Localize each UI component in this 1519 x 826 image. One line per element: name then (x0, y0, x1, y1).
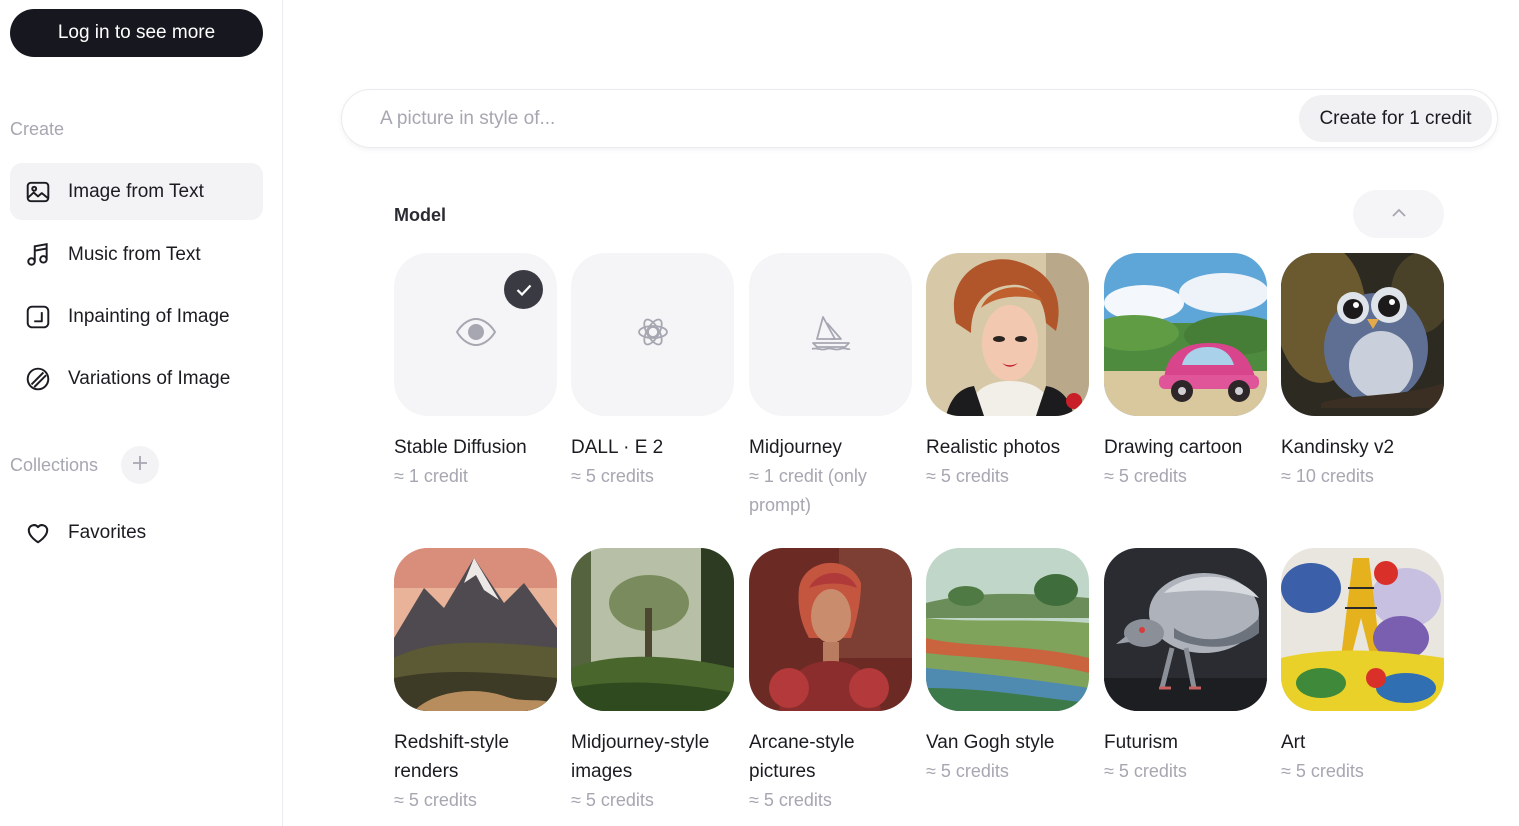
sidebar-item-favorites[interactable]: Favorites (10, 504, 263, 561)
arcane-thumbnail (749, 548, 912, 711)
login-button[interactable]: Log in to see more (10, 9, 263, 57)
mountain-thumbnail (394, 548, 557, 711)
collapse-models-button[interactable] (1353, 190, 1444, 238)
model-cost: ≈ 5 credits (749, 790, 832, 810)
model-section-title: Model (394, 205, 446, 225)
model-cost: ≈ 5 credits (926, 466, 1009, 486)
model-cost: ≈ 5 credits (1104, 466, 1187, 486)
owl-thumbnail (1281, 253, 1444, 416)
model-card-van-gogh[interactable]: Van Gogh style ≈ 5 credits (926, 548, 1089, 786)
model-card-arcane-style[interactable]: Arcane-style pictures ≈ 5 credits (749, 548, 912, 815)
heart-icon (24, 519, 52, 547)
model-name: Stable Diffusion (394, 437, 527, 458)
model-cost: ≈ 5 credits (1281, 761, 1364, 781)
model-card-drawing-cartoon[interactable]: Drawing cartoon ≈ 5 credits (1104, 253, 1267, 491)
sidebar-item-label: Variations of Image (68, 367, 231, 389)
model-name: DALL · E 2 (571, 437, 664, 458)
model-card-stable-diffusion[interactable]: Stable Diffusion ≈ 1 credit (394, 253, 557, 491)
model-cost: ≈ 10 credits (1281, 466, 1374, 486)
model-name: Arcane-style pictures (749, 732, 855, 782)
model-card-midjourney-style[interactable]: Midjourney-style images ≈ 5 credits (571, 548, 734, 815)
model-cost: ≈ 5 credits (571, 790, 654, 810)
sidebar-item-label: Inpainting of Image (68, 305, 230, 327)
car-thumbnail (1104, 253, 1267, 416)
sidebar: Log in to see more Create Image from Tex… (0, 0, 283, 826)
selected-check-icon (504, 270, 543, 309)
model-name: Midjourney (749, 437, 842, 458)
model-card-realistic-photos[interactable]: Realistic photos ≈ 5 credits (926, 253, 1089, 491)
model-cost: ≈ 5 credits (394, 790, 477, 810)
model-cost: ≈ 1 credit (only prompt) (749, 466, 867, 515)
model-thumbnail (749, 253, 912, 416)
eye-icon (455, 317, 497, 352)
sidebar-item-inpainting[interactable]: Inpainting of Image (10, 288, 263, 345)
model-cost: ≈ 5 credits (1104, 761, 1187, 781)
model-name: Van Gogh style (926, 732, 1055, 753)
create-button[interactable]: Create for 1 credit (1299, 95, 1492, 142)
collections-section-label: Collections (10, 455, 99, 475)
model-card-midjourney[interactable]: Midjourney ≈ 1 credit (only prompt) (749, 253, 912, 520)
robot-bird-thumbnail (1104, 548, 1267, 711)
model-card-futurism[interactable]: Futurism ≈ 5 credits (1104, 548, 1267, 786)
model-name: Drawing cartoon (1104, 437, 1243, 458)
model-name: Midjourney-style images (571, 732, 710, 782)
eiffel-art-thumbnail (1281, 548, 1444, 711)
favorites-label: Favorites (68, 521, 147, 543)
model-name: Futurism (1104, 732, 1178, 753)
sidebar-item-image-from-text[interactable]: Image from Text (10, 163, 263, 220)
forest-thumbnail (571, 548, 734, 711)
variations-icon (24, 365, 52, 393)
model-card-art[interactable]: Art ≈ 5 credits (1281, 548, 1444, 786)
model-cost: ≈ 5 credits (571, 466, 654, 486)
sailboat-icon (809, 313, 853, 356)
plus-icon (131, 454, 149, 477)
prompt-bar: Create for 1 credit (341, 89, 1498, 148)
prompt-input[interactable] (380, 90, 1280, 147)
model-cost: ≈ 1 credit (394, 466, 468, 486)
portrait-thumbnail (926, 253, 1089, 416)
create-section-label: Create (10, 119, 65, 139)
model-thumbnail (571, 253, 734, 416)
model-thumbnail (394, 253, 557, 416)
field-thumbnail (926, 548, 1089, 711)
model-card-redshift-style[interactable]: Redshift-style renders ≈ 5 credits (394, 548, 557, 815)
model-card-kandinsky-v2[interactable]: Kandinsky v2 ≈ 10 credits (1281, 253, 1444, 491)
model-name: Realistic photos (926, 437, 1061, 458)
sidebar-item-music-from-text[interactable]: Music from Text (10, 226, 263, 283)
image-icon (24, 178, 52, 206)
model-cost: ≈ 5 credits (926, 761, 1009, 781)
sidebar-item-label: Music from Text (68, 243, 201, 265)
chevron-up-icon (1391, 205, 1407, 223)
model-name: Art (1281, 732, 1306, 753)
inpainting-icon (24, 303, 52, 331)
model-card-dalle-2[interactable]: DALL · E 2 ≈ 5 credits (571, 253, 734, 491)
sidebar-item-variations[interactable]: Variations of Image (10, 350, 263, 407)
openai-icon (636, 315, 670, 354)
music-note-icon (24, 241, 52, 269)
model-name: Redshift-style renders (394, 732, 510, 782)
add-collection-button[interactable] (121, 446, 159, 484)
sidebar-item-label: Image from Text (68, 180, 204, 202)
model-name: Kandinsky v2 (1281, 437, 1395, 458)
